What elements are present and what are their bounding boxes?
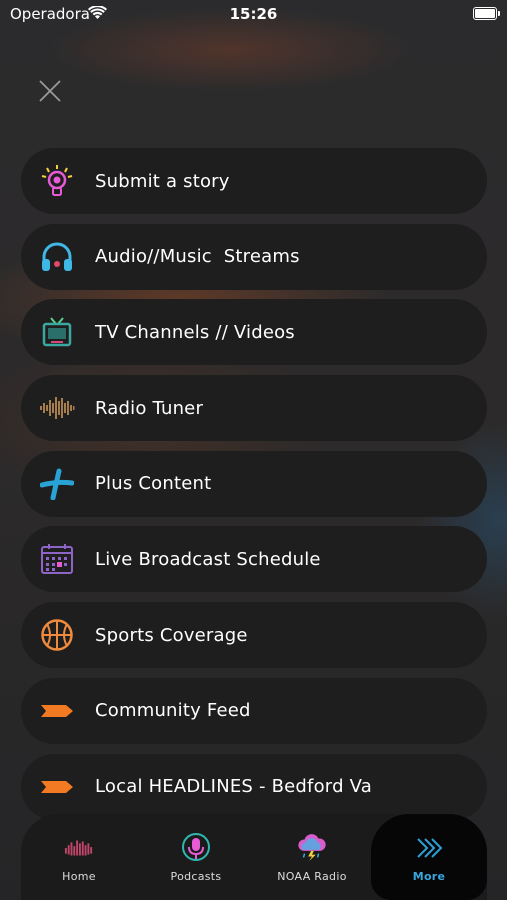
headphones-icon — [39, 241, 75, 273]
menu-item-label: Radio Tuner — [95, 397, 204, 419]
menu-item-plus-content[interactable]: Plus Content — [21, 450, 487, 517]
lightbulb-icon — [39, 165, 75, 197]
tab-bar: Home Podcasts NOAA Radio More — [21, 814, 487, 900]
tab-label: NOAA Radio — [277, 870, 347, 883]
calendar-icon — [39, 543, 75, 575]
tag-arrow-icon — [39, 771, 75, 803]
tab-label: Podcasts — [170, 870, 222, 883]
tab-noaa-radio[interactable]: NOAA Radio — [254, 814, 370, 900]
menu-item-label: Sports Coverage — [95, 624, 248, 646]
tab-podcasts[interactable]: Podcasts — [138, 814, 254, 900]
menu-item-label: TV Channels // Videos — [95, 321, 295, 343]
close-icon — [39, 80, 61, 102]
basketball-icon — [39, 619, 75, 651]
menu-item-label: Submit a story — [95, 170, 230, 192]
tab-label: More — [412, 870, 446, 883]
home-soundwave-icon — [64, 834, 94, 862]
menu-item-label: Local HEADLINES - Bedford Va — [95, 776, 372, 797]
menu-item-radio-tuner[interactable]: Radio Tuner — [21, 375, 487, 442]
podcast-mic-icon — [181, 833, 211, 862]
clock: 15:26 — [229, 5, 278, 23]
menu-item-tv-channels[interactable]: TV Channels // Videos — [21, 299, 487, 366]
menu-item-submit-story[interactable]: Submit a story — [21, 148, 487, 214]
tab-more[interactable]: More — [371, 814, 487, 900]
tab-home[interactable]: Home — [21, 814, 137, 900]
double-chevron-icon — [414, 834, 444, 862]
tab-label: Home — [62, 870, 96, 883]
tv-icon — [39, 316, 75, 348]
menu-list: Submit a story Audio//Music Streams TV C… — [21, 148, 487, 829]
menu-item-label: Live Broadcast Schedule — [95, 548, 321, 570]
close-button[interactable] — [36, 77, 64, 105]
menu-item-audio-streams[interactable]: Audio//Music Streams — [21, 223, 487, 290]
menu-item-label: Plus Content — [95, 473, 212, 495]
status-bar: Operadora 15:26 — [0, 0, 507, 30]
menu-item-sports-coverage[interactable]: Sports Coverage — [21, 602, 487, 669]
battery-icon — [473, 7, 500, 20]
plus-icon — [39, 468, 75, 500]
storm-cloud-icon — [297, 834, 327, 862]
menu-item-broadcast-schedule[interactable]: Live Broadcast Schedule — [21, 526, 487, 593]
menu-item-local-headlines[interactable]: Local HEADLINES - Bedford Va — [21, 753, 487, 820]
menu-item-label: Community Feed — [95, 700, 251, 722]
soundwave-icon — [39, 392, 75, 424]
tag-arrow-icon — [39, 695, 75, 727]
menu-item-label: Audio//Music Streams — [95, 246, 300, 268]
menu-item-community-feed[interactable]: Community Feed — [21, 677, 487, 744]
